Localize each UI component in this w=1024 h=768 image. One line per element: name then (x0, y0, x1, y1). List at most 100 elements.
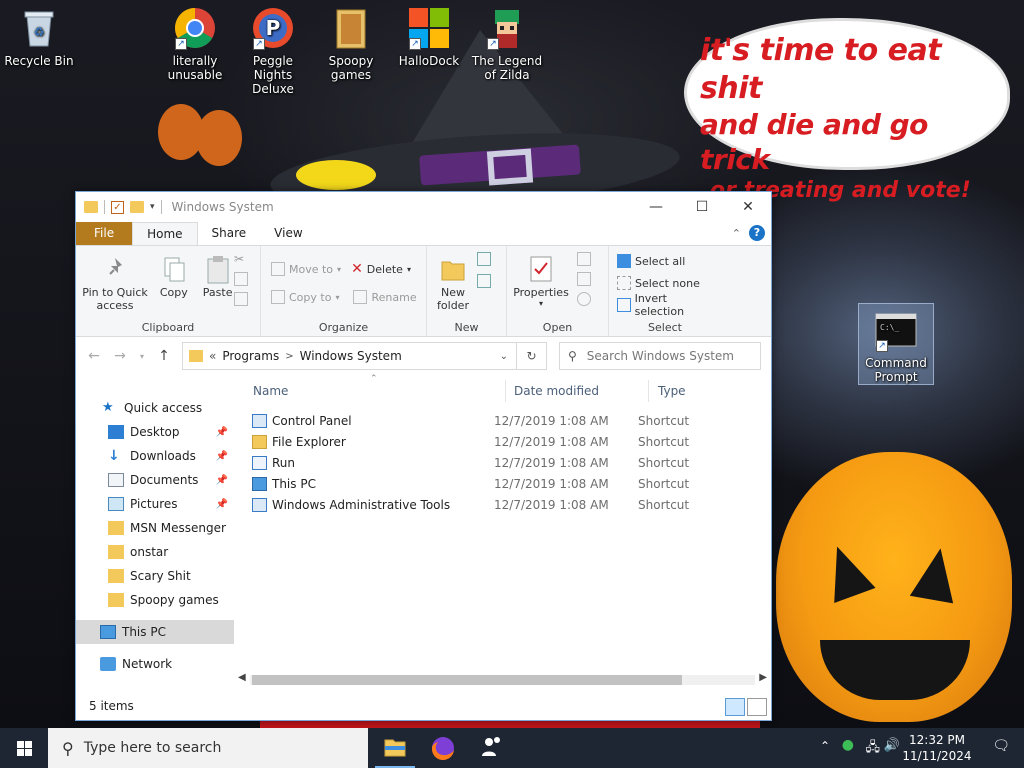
nav-item-scary-shit[interactable]: Scary Shit (76, 564, 234, 588)
nav-item-downloads[interactable]: ↓ Downloads 📌 (76, 444, 234, 468)
column-header-name[interactable]: Name (253, 384, 288, 398)
pin-icon[interactable]: 📌 (216, 451, 228, 462)
star-icon: ★ (102, 400, 114, 415)
pin-icon[interactable]: 📌 (216, 427, 228, 438)
properties-check-icon[interactable]: ✓ (111, 200, 124, 214)
history-icon[interactable] (577, 292, 591, 306)
speech-bubble-text: it's time to eat shit and die and go tri… (700, 32, 1000, 205)
desktop-icon-spoopy-games[interactable]: Spoopy games (313, 0, 389, 82)
tab-share[interactable]: Share (198, 222, 261, 245)
nav-item-onstar[interactable]: onstar (76, 540, 234, 564)
easy-access-icon[interactable] (477, 274, 491, 288)
show-hidden-icons-chevron-icon[interactable]: ⌃ (820, 739, 830, 753)
column-header-date-modified[interactable]: Date modified (514, 384, 599, 398)
address-dropdown-chevron-icon[interactable]: ⌄ (500, 351, 508, 362)
file-row-windows-administrative-tools[interactable]: Windows Administrative Tools 12/7/2019 1… (234, 494, 764, 515)
scrollbar-thumb[interactable] (252, 675, 682, 685)
details-view-button[interactable] (725, 698, 745, 716)
scroll-right-arrow-icon[interactable]: ▶ (759, 672, 767, 683)
network-tray-icon[interactable]: 🖧 (866, 738, 881, 760)
nav-item-spoopy-games[interactable]: Spoopy games (76, 588, 234, 612)
breadcrumb-programs[interactable]: Programs (222, 349, 279, 363)
file-row-file-explorer[interactable]: File Explorer 12/7/2019 1:08 AM Shortcut (234, 431, 764, 452)
tab-file[interactable]: File (76, 222, 133, 245)
nav-item-quick-access[interactable]: ★ Quick access (76, 396, 234, 420)
move-to-button[interactable]: Move to ▾ (271, 258, 341, 280)
clock[interactable]: 12:32 PM 11/11/2024 (902, 732, 972, 764)
file-explorer-window[interactable]: ✓ ▾ Windows System — ☐ ✕ File Home Share… (75, 191, 772, 721)
pin-icon[interactable]: 📌 (216, 499, 228, 510)
horizontal-scrollbar[interactable]: ◀ ▶ (234, 672, 771, 688)
close-button[interactable]: ✕ (725, 192, 771, 222)
collapse-ribbon-chevron-icon[interactable]: ⌃ (732, 227, 741, 240)
file-row-this-pc[interactable]: This PC 12/7/2019 1:08 AM Shortcut (234, 473, 764, 494)
volume-icon[interactable]: 🔊 (884, 738, 900, 753)
file-name-cell: Windows Administrative Tools (252, 497, 450, 512)
nav-item-desktop[interactable]: Desktop 📌 (76, 420, 234, 444)
desktop-icon-command-prompt[interactable]: C:\_ ↗ Command Prompt (858, 303, 934, 385)
desktop-icon-peggle[interactable]: P ↗ Peggle Nights Deluxe (235, 0, 311, 96)
delete-button[interactable]: ✕ Delete ▾ (351, 258, 411, 280)
new-item-icon[interactable] (477, 252, 491, 266)
pin-to-quick-access-button[interactable]: Pin to Quick access (82, 250, 148, 312)
nav-item-pictures[interactable]: Pictures 📌 (76, 492, 234, 516)
column-divider[interactable] (505, 380, 506, 402)
desktop-icon-legend-of-zilda[interactable]: ↗ The Legend of Zilda (469, 0, 545, 82)
file-row-control-panel[interactable]: Control Panel 12/7/2019 1:08 AM Shortcut (234, 410, 764, 431)
rename-button[interactable]: Rename (353, 286, 417, 308)
tab-home[interactable]: Home (132, 222, 198, 245)
column-divider[interactable] (648, 380, 649, 402)
start-button[interactable] (0, 728, 48, 768)
refresh-button[interactable]: ↻ (517, 342, 547, 370)
column-header-type[interactable]: Type (658, 384, 686, 398)
taskbar-people-app[interactable] (467, 728, 515, 768)
new-folder-button[interactable]: New folder (433, 250, 473, 312)
tab-view[interactable]: View (260, 222, 316, 245)
invert-selection-button[interactable]: Invert selection (617, 292, 717, 318)
minimize-button[interactable]: — (633, 192, 679, 222)
copy-path-icon[interactable] (234, 272, 248, 286)
address-bar[interactable]: « Programs > Windows System ⌄ (182, 342, 517, 370)
notification-icon[interactable]: 🗨 (992, 738, 1010, 754)
up-arrow-icon[interactable]: ↑ (154, 348, 174, 364)
search-box[interactable]: ⚲ Search Windows System (559, 342, 761, 370)
title-bar[interactable]: ✓ ▾ Windows System — ☐ ✕ (76, 192, 771, 222)
desktop-icon-hallodock[interactable]: ↗ HalloDock (391, 0, 467, 68)
back-arrow-icon[interactable]: ← (84, 348, 104, 364)
people-tray-icon[interactable]: ● (842, 737, 854, 753)
recent-locations-chevron-icon[interactable]: ▾ (132, 352, 152, 361)
overflow-crumb-icon[interactable]: « (209, 349, 216, 363)
taskbar-file-explorer[interactable] (371, 728, 419, 768)
paste-button[interactable]: Paste (200, 250, 236, 299)
paste-shortcut-icon[interactable] (234, 292, 248, 306)
cut-icon[interactable]: ✂ (234, 252, 248, 266)
scroll-left-arrow-icon[interactable]: ◀ (238, 672, 246, 683)
customize-toolbar-chevron-icon[interactable]: ▾ (150, 202, 155, 212)
nav-item-msn-messenger[interactable]: MSN Messenger (76, 516, 234, 540)
open-icon[interactable] (577, 252, 591, 266)
copy-button[interactable]: Copy (156, 250, 192, 299)
nav-item-this-pc[interactable]: This PC (76, 620, 234, 644)
nav-item-documents[interactable]: Documents 📌 (76, 468, 234, 492)
maximize-button[interactable]: ☐ (679, 192, 725, 222)
help-icon[interactable]: ? (749, 225, 765, 241)
nav-item-network[interactable]: Network (76, 652, 234, 676)
taskbar-firefox[interactable] (419, 728, 467, 768)
copy-to-button[interactable]: Copy to ▾ (271, 286, 339, 308)
breadcrumb-windows-system[interactable]: Windows System (300, 349, 402, 363)
pin-icon[interactable]: 📌 (216, 475, 228, 486)
open-small-actions (577, 252, 591, 306)
large-icons-view-button[interactable] (747, 698, 767, 716)
file-row-run[interactable]: Run 12/7/2019 1:08 AM Shortcut (234, 452, 764, 473)
breadcrumb-separator-icon[interactable]: > (285, 351, 293, 362)
new-folder-icon[interactable] (130, 201, 144, 213)
navigation-pane: ★ Quick access Desktop 📌 ↓ Downloads 📌 D… (76, 376, 234, 690)
desktop-icon-recycle-bin[interactable]: ♻ Recycle Bin (1, 0, 77, 68)
desktop-icon-chrome[interactable]: ↗ literally unusable (157, 0, 233, 82)
forward-arrow-icon[interactable]: → (110, 348, 130, 364)
edit-icon[interactable] (577, 272, 591, 286)
select-none-button[interactable]: Select none (617, 272, 717, 294)
properties-button[interactable]: Properties ▾ (513, 250, 569, 308)
select-all-button[interactable]: Select all (617, 250, 717, 272)
taskbar-search-box[interactable]: ⚲ Type here to search (48, 728, 368, 768)
